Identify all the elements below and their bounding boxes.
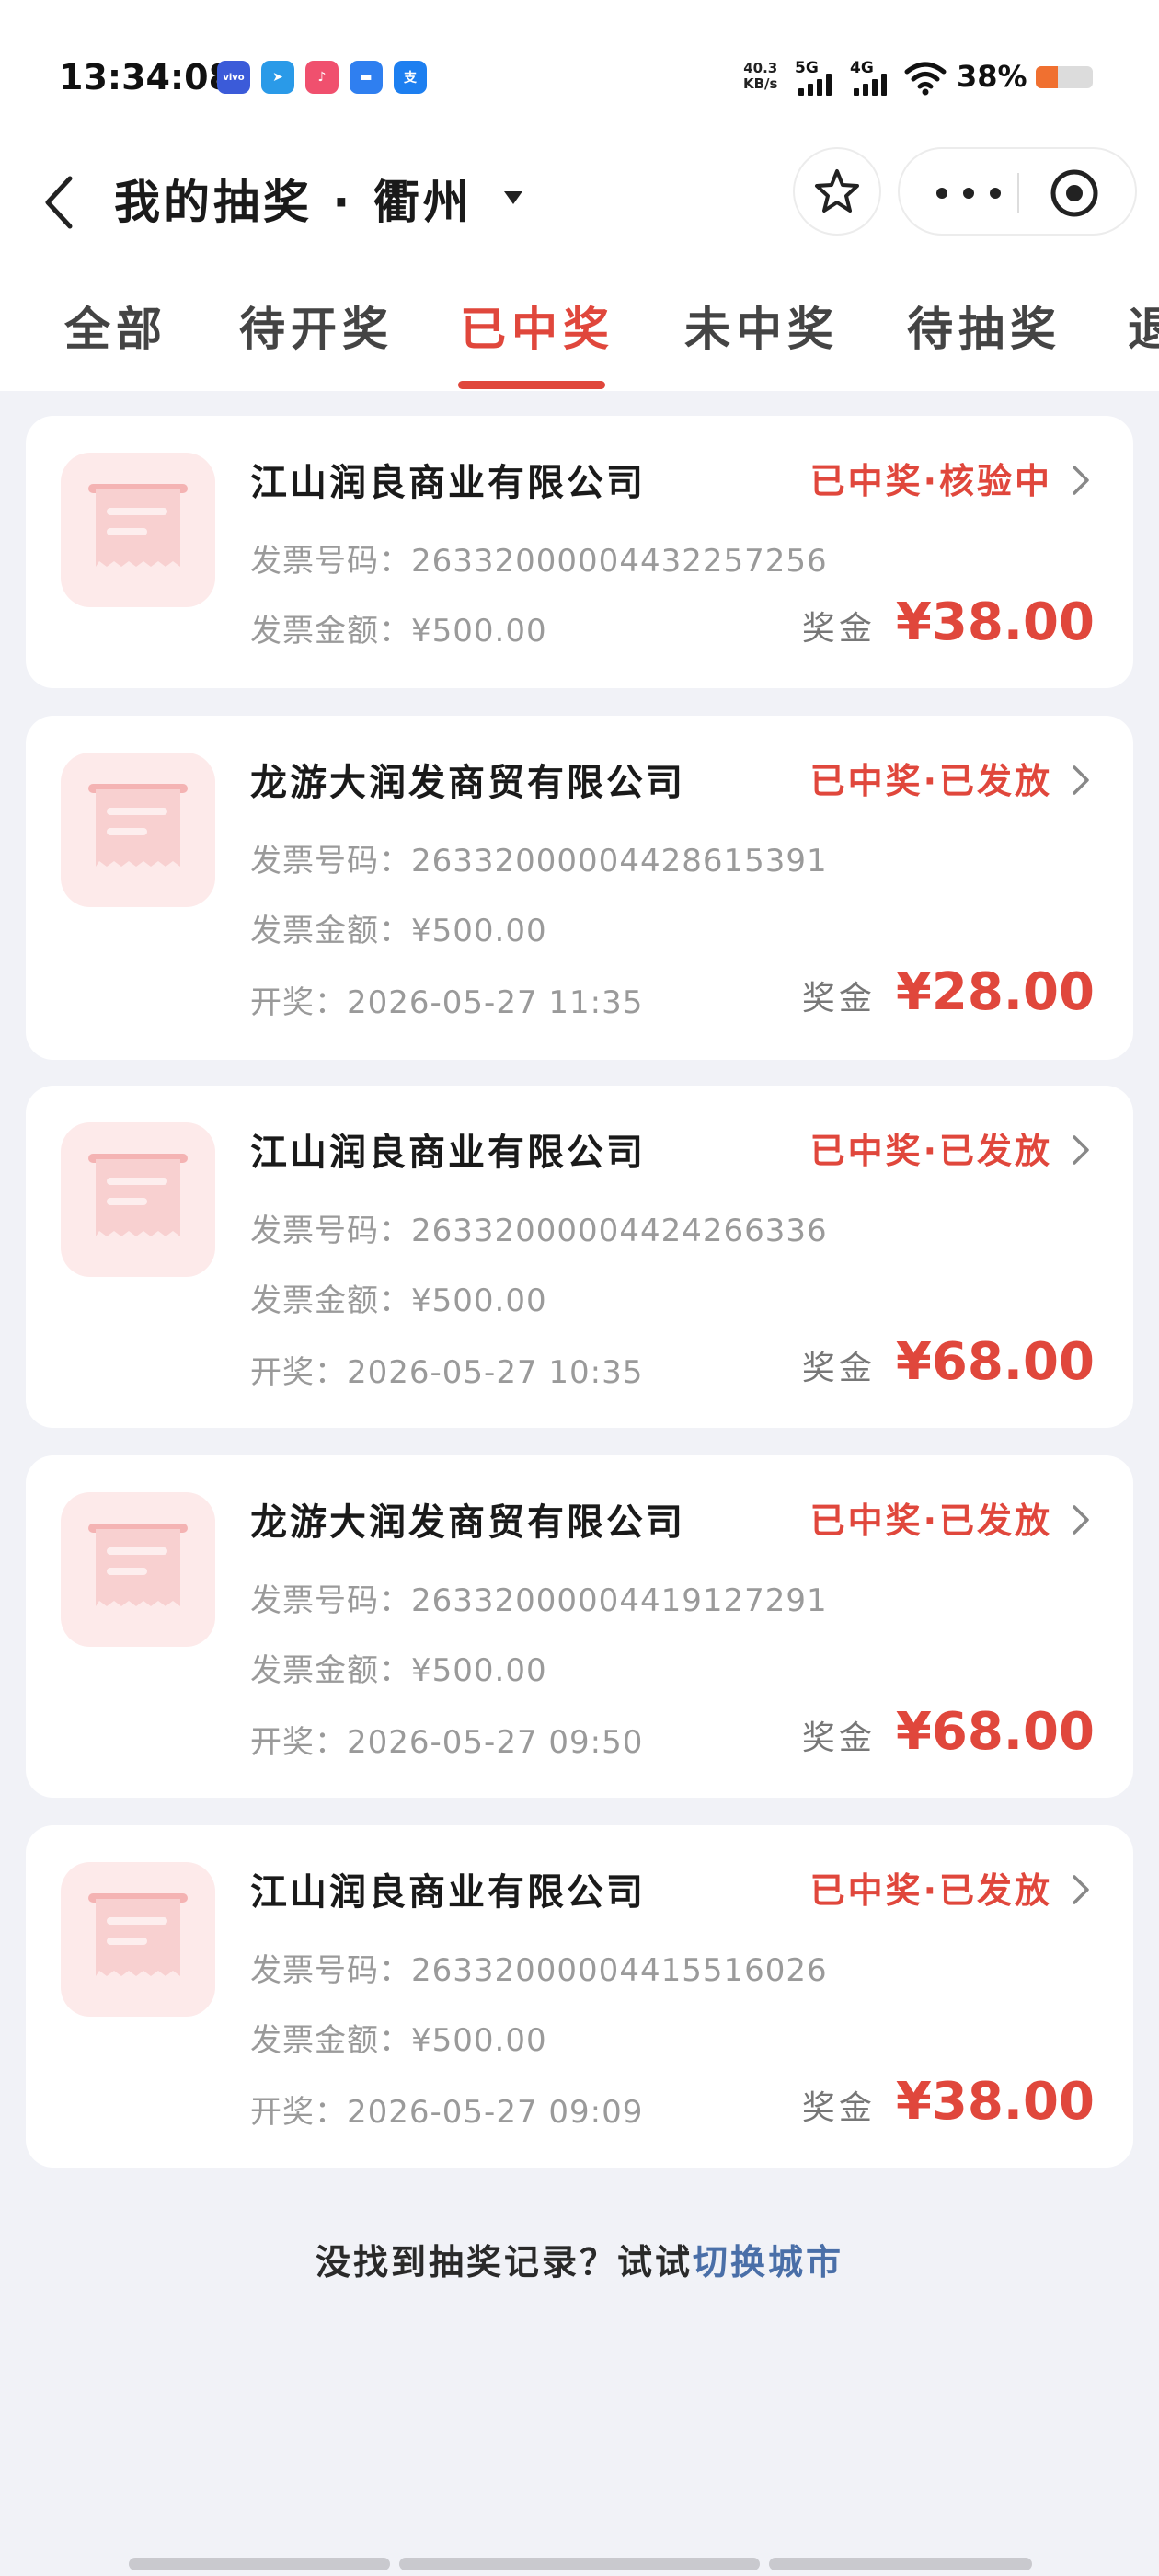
chevron-right-icon bbox=[1073, 765, 1089, 795]
battery-icon bbox=[1036, 66, 1093, 88]
switch-city-link[interactable]: 切换城市 bbox=[693, 2242, 843, 2283]
more-icon[interactable] bbox=[936, 177, 1001, 210]
receipt-icon bbox=[61, 753, 215, 907]
lottery-record-card[interactable]: 江山润良商业有限公司 已中奖·核验中 发票号码：2633200000443225… bbox=[26, 416, 1133, 688]
send-app-icon: ➤ bbox=[261, 61, 294, 94]
receipt-icon bbox=[61, 1122, 215, 1277]
capsule-divider bbox=[1017, 173, 1019, 213]
star-icon bbox=[815, 169, 859, 213]
douyin-app-icon: ♪ bbox=[305, 61, 339, 94]
receipt-icon bbox=[61, 1492, 215, 1647]
prize-amount: ¥38.00 bbox=[895, 592, 1095, 652]
vivo-app-icon: vivo bbox=[217, 61, 250, 94]
network-speed-value: 40.3 bbox=[743, 60, 778, 76]
tab-all[interactable]: 全部 bbox=[64, 293, 167, 359]
prize-label: 奖金 bbox=[801, 610, 876, 648]
invoice-number: 发票号码：26332000004424266336 bbox=[250, 1213, 828, 1249]
win-status: 已中奖·已发放 bbox=[809, 1870, 1052, 1911]
merchant-name: 龙游大润发商贸有限公司 bbox=[250, 1501, 685, 1544]
lottery-record-card[interactable]: 龙游大润发商贸有限公司 已中奖·已发放 发票号码：263320000044191… bbox=[26, 1455, 1133, 1798]
tab-refund[interactable]: 退 bbox=[1128, 293, 1159, 359]
lottery-record-card[interactable]: 江山润良商业有限公司 已中奖·已发放 发票号码：2633200000442426… bbox=[26, 1086, 1133, 1428]
home-indicator bbox=[769, 2558, 1032, 2570]
battery-percent: 38% bbox=[957, 59, 1027, 94]
prize: 奖金 ¥28.00 bbox=[802, 962, 1095, 1022]
draw-time: 开奖：2026-05-27 11:35 bbox=[250, 984, 644, 1021]
close-miniprogram-icon[interactable] bbox=[1049, 167, 1100, 219]
merchant-name: 江山润良商业有限公司 bbox=[250, 1132, 646, 1174]
invoice-number: 发票号码：26332000004419127291 bbox=[250, 1582, 828, 1619]
tab-pending-draw[interactable]: 待抽奖 bbox=[907, 293, 1061, 359]
nav-bar: 我的抽奖 · 衢州 bbox=[0, 147, 1159, 258]
status-time: 13:34:08 bbox=[59, 57, 234, 98]
prize: 奖金 ¥38.00 bbox=[802, 2072, 1095, 2132]
back-icon[interactable] bbox=[33, 166, 85, 239]
status-bar: 13:34:08 vivo ➤ ♪ ▬ 支 40.3 KB/s 5G 4G 38% bbox=[0, 0, 1159, 156]
page-title[interactable]: 我的抽奖 · 衢州 bbox=[114, 167, 473, 237]
empty-hint-text: 没找到抽奖记录？试试 bbox=[315, 2242, 693, 2283]
prize-amount: ¥28.00 bbox=[895, 962, 1095, 1022]
chevron-right-icon bbox=[1073, 1875, 1089, 1904]
network-speed-unit: KB/s bbox=[743, 75, 778, 92]
win-status: 已中奖·核验中 bbox=[809, 461, 1052, 501]
merchant-name: 江山润良商业有限公司 bbox=[250, 462, 646, 504]
network-speed: 40.3 KB/s bbox=[743, 61, 777, 92]
draw-time: 开奖：2026-05-27 09:09 bbox=[250, 2094, 644, 2131]
win-status: 已中奖·已发放 bbox=[809, 1501, 1052, 1541]
alipay-app-icon: 支 bbox=[394, 61, 427, 94]
lottery-record-card[interactable]: 江山润良商业有限公司 已中奖·已发放 发票号码：2633200000441551… bbox=[26, 1825, 1133, 2168]
win-status: 已中奖·已发放 bbox=[809, 761, 1052, 801]
tab-pending-draw-result[interactable]: 待开奖 bbox=[239, 293, 394, 359]
merchant-name: 江山润良商业有限公司 bbox=[250, 1871, 646, 1914]
receipt-icon bbox=[61, 1862, 215, 2017]
draw-time: 开奖：2026-05-27 10:35 bbox=[250, 1354, 644, 1391]
invoice-amount: 发票金额：¥500.00 bbox=[250, 613, 547, 650]
prize: 奖金 ¥68.00 bbox=[802, 1702, 1095, 1762]
prize-label: 奖金 bbox=[801, 980, 876, 1018]
prize-amount: ¥68.00 bbox=[895, 1332, 1095, 1392]
tab-won[interactable]: 已中奖 bbox=[460, 293, 614, 359]
empty-hint: 没找到抽奖记录？试试切换城市 bbox=[0, 2234, 1159, 2284]
message-app-icon: ▬ bbox=[350, 61, 383, 94]
draw-time: 开奖：2026-05-27 09:50 bbox=[250, 1724, 644, 1761]
home-indicator bbox=[399, 2558, 760, 2570]
prize: 奖金 ¥38.00 bbox=[802, 592, 1095, 652]
home-indicator bbox=[129, 2558, 390, 2570]
invoice-amount: 发票金额：¥500.00 bbox=[250, 913, 547, 949]
invoice-number: 发票号码：26332000004415516026 bbox=[250, 1952, 828, 1989]
prize-label: 奖金 bbox=[801, 2089, 876, 2127]
lottery-record-card[interactable]: 龙游大润发商贸有限公司 已中奖·已发放 发票号码：263320000044286… bbox=[26, 716, 1133, 1060]
tab-not-won[interactable]: 未中奖 bbox=[684, 293, 839, 359]
invoice-amount: 发票金额：¥500.00 bbox=[250, 2022, 547, 2059]
mini-program-capsule bbox=[898, 147, 1137, 236]
win-status: 已中奖·已发放 bbox=[809, 1131, 1052, 1171]
chevron-right-icon bbox=[1073, 1505, 1089, 1535]
filter-tabs: 全部 待开奖 已中奖 未中奖 待抽奖 退 bbox=[0, 274, 1159, 391]
chevron-right-icon bbox=[1073, 466, 1089, 495]
prize-label: 奖金 bbox=[801, 1719, 876, 1757]
merchant-name: 龙游大润发商贸有限公司 bbox=[250, 762, 685, 804]
wifi-icon bbox=[903, 61, 947, 99]
active-tab-indicator bbox=[458, 381, 605, 389]
chevron-right-icon bbox=[1073, 1135, 1089, 1165]
invoice-number: 发票号码：26332000004428615391 bbox=[250, 843, 828, 880]
invoice-number: 发票号码：26332000004432257256 bbox=[250, 543, 828, 580]
prize-amount: ¥38.00 bbox=[895, 2072, 1095, 2132]
prize-label: 奖金 bbox=[801, 1350, 876, 1387]
invoice-amount: 发票金额：¥500.00 bbox=[250, 1282, 547, 1319]
prize-amount: ¥68.00 bbox=[895, 1702, 1095, 1762]
invoice-amount: 发票金额：¥500.00 bbox=[250, 1652, 547, 1689]
prize: 奖金 ¥68.00 bbox=[802, 1332, 1095, 1392]
battery-fill bbox=[1036, 66, 1058, 88]
receipt-icon bbox=[61, 453, 215, 607]
city-dropdown-icon[interactable] bbox=[504, 191, 522, 204]
notification-app-icons: vivo ➤ ♪ ▬ 支 bbox=[217, 61, 427, 94]
favorite-button[interactable] bbox=[793, 147, 881, 236]
